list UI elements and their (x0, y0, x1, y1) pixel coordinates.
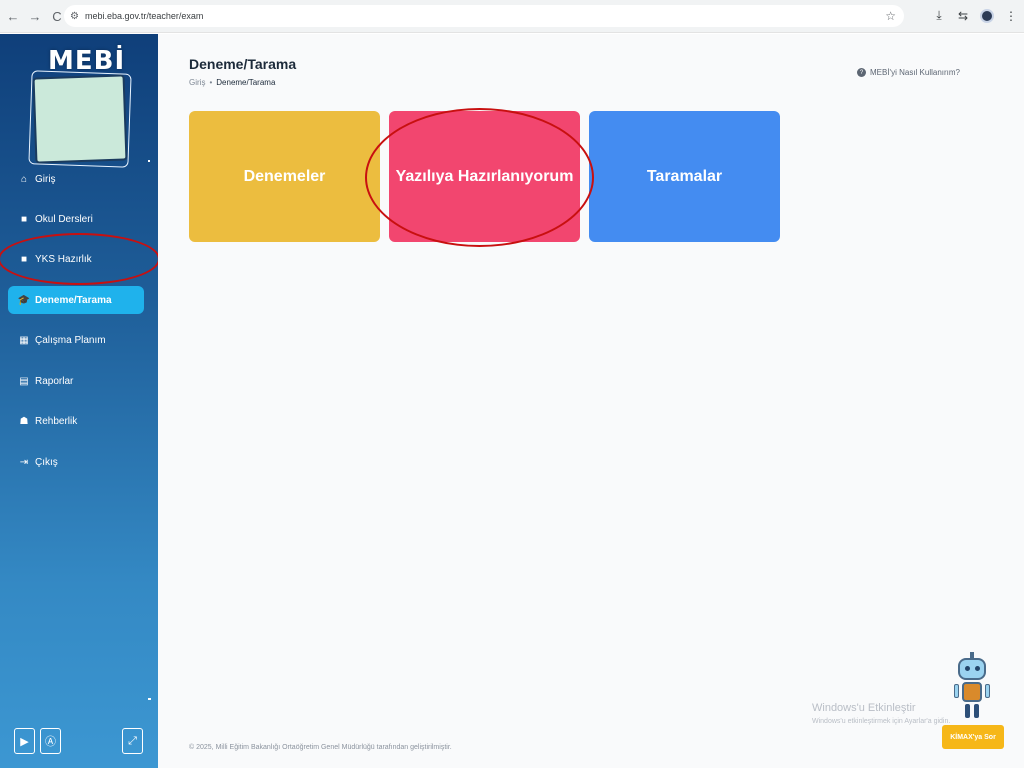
card-taramalar[interactable]: Taramalar (589, 111, 780, 242)
sidebar-item-giris[interactable]: ⌂ Giriş (8, 165, 144, 193)
logo-illustration (32, 74, 128, 164)
sidebar-item-label: Çıkış (35, 456, 58, 468)
sidebar-scroll-marker (148, 698, 151, 700)
sidebar-item-label: Deneme/Tarama (35, 294, 112, 306)
sidebar: MEBİ ⌂ Giriş ■ Okul Dersleri ■ YKS Hazır… (0, 34, 158, 768)
footer-copyright: © 2025, Milli Eğitim Bakanlığı Ortaöğret… (189, 744, 452, 751)
more-menu-icon[interactable]: ⋮ (1004, 9, 1018, 23)
breadcrumb-current: Deneme/Tarama (216, 78, 276, 87)
sidebar-item-label: YKS Hazırlık (35, 253, 92, 265)
assistant-button[interactable]: KİMAX'ya Sor (942, 725, 1004, 749)
sidebar-item-label: Çalışma Planım (35, 334, 106, 346)
windows-activation-watermark: Windows'u Etkinleştir Windows'u etkinleş… (812, 702, 950, 725)
breadcrumb-separator: • (209, 78, 213, 87)
main-content: Deneme/Tarama Giriş • Deneme/Tarama ? ME… (158, 34, 1024, 768)
card-yaziliya-hazirlaniyorum[interactable]: Yazılıya Hazırlanıyorum (389, 111, 580, 242)
help-link[interactable]: ? MEBİ'yi Nasıl Kullanırım? (857, 68, 960, 77)
expand-icon[interactable]: ⤢ (122, 728, 143, 754)
graduation-cap-icon: 🎓 (17, 294, 31, 306)
card-label: Denemeler (243, 167, 326, 185)
breadcrumb-home[interactable]: Giriş (189, 78, 205, 87)
play-store-icon[interactable]: ▶ (14, 728, 35, 754)
help-label: MEBİ'yi Nasıl Kullanırım? (870, 68, 960, 77)
profile-avatar[interactable] (980, 8, 994, 23)
card-denemeler[interactable]: Denemeler (189, 111, 380, 242)
logout-icon: ⇥ (19, 456, 29, 468)
sidebar-item-deneme-tarama[interactable]: 🎓 Deneme/Tarama (8, 286, 144, 314)
sidebar-item-label: Giriş (35, 173, 56, 185)
forward-icon[interactable]: → (26, 7, 44, 25)
back-icon[interactable]: ← (4, 7, 22, 25)
calendar-icon: ▦ (19, 334, 29, 346)
book-icon: ■ (20, 253, 28, 265)
sidebar-item-okul-dersleri[interactable]: ■ Okul Dersleri (8, 205, 144, 233)
sidebar-item-cikis[interactable]: ⇥ Çıkış (8, 448, 144, 476)
assistant-robot-icon[interactable] (948, 652, 996, 722)
people-icon: ☗ (19, 415, 29, 427)
card-label: Yazılıya Hazırlanıyorum (395, 167, 574, 185)
browser-toolbar: ← → C ⚙ mebi.eba.gov.tr/teacher/exam ☆ ⤓… (0, 0, 1024, 33)
app-store-icon[interactable]: Ⓐ (40, 728, 61, 754)
address-bar[interactable]: ⚙ mebi.eba.gov.tr/teacher/exam ☆ (64, 5, 904, 27)
watermark-title: Windows'u Etkinleştir (812, 702, 916, 714)
download-icon[interactable]: ⤓ (932, 8, 946, 23)
breadcrumb: Giriş • Deneme/Tarama (189, 78, 275, 87)
report-icon: ▤ (19, 375, 29, 387)
sidebar-item-calisma-planim[interactable]: ▦ Çalışma Planım (8, 326, 144, 354)
site-info-icon[interactable]: ⚙ (70, 11, 79, 22)
sidebar-item-rehberlik[interactable]: ☗ Rehberlik (8, 407, 144, 435)
page-title: Deneme/Tarama (189, 56, 297, 72)
book-icon: ■ (20, 213, 28, 225)
sidebar-item-label: Rehberlik (35, 415, 78, 427)
card-label: Taramalar (646, 167, 723, 185)
url-text: mebi.eba.gov.tr/teacher/exam (84, 11, 204, 21)
bookmark-star-icon[interactable]: ☆ (885, 9, 896, 23)
sidebar-item-raporlar[interactable]: ▤ Raporlar (8, 367, 144, 395)
sidebar-scroll-marker (148, 160, 150, 162)
sidebar-item-label: Raporlar (35, 375, 74, 387)
translate-icon[interactable]: ⇆ (956, 9, 970, 23)
home-icon: ⌂ (20, 173, 28, 185)
sidebar-item-yks-hazirlik[interactable]: ■ YKS Hazırlık (8, 245, 144, 273)
watermark-subtitle: Windows'u etkinleştirmek için Ayarlar'a … (812, 718, 951, 725)
sidebar-item-label: Okul Dersleri (35, 213, 93, 225)
help-icon: ? (857, 68, 866, 77)
